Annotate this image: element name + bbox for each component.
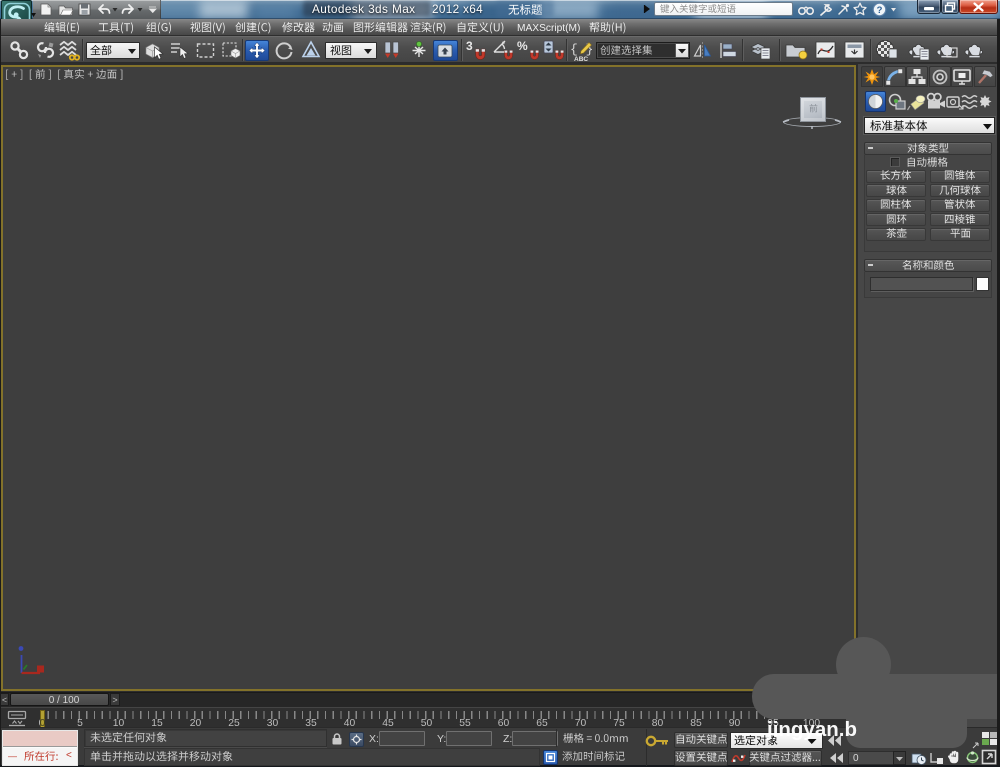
svg-text:ABC: ABC [574,56,588,63]
svg-text:3: 3 [466,39,473,53]
svg-text:%: % [517,39,528,53]
svg-text:?: ? [877,5,883,16]
